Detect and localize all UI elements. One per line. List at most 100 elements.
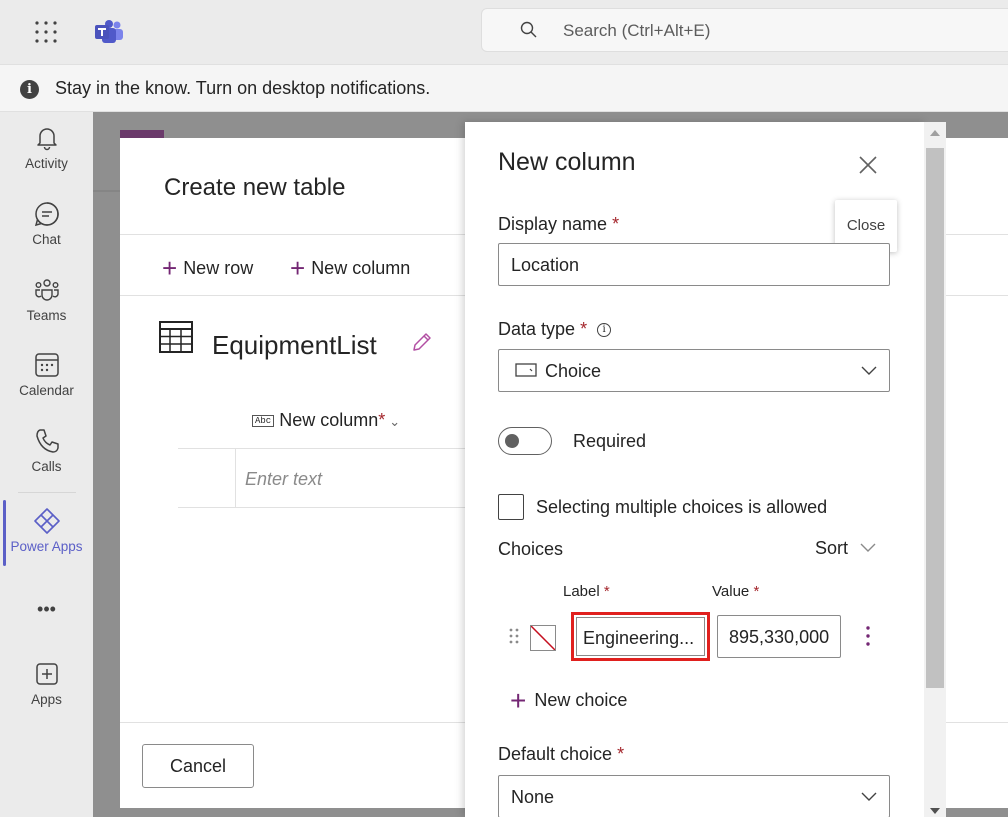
chevron-down-icon: ⌄ <box>389 414 401 429</box>
drag-handle-icon[interactable] <box>509 628 519 644</box>
sort-button[interactable]: Sort <box>815 538 848 559</box>
required-star: * <box>378 410 386 430</box>
bell-icon <box>36 128 57 151</box>
chat-icon <box>34 202 59 227</box>
more-icon: ••• <box>37 599 56 619</box>
rail-item-apps[interactable]: Apps <box>0 660 93 730</box>
rail-label: Calendar <box>19 383 74 398</box>
rail-item-chat[interactable]: Chat <box>0 200 93 270</box>
new-column-label: New column <box>311 258 411 278</box>
default-choice-label-text: Default choice <box>498 744 613 764</box>
choice-value-value: 895,330,000 <box>729 627 830 647</box>
dialog-title: Create new table <box>164 174 346 201</box>
rail-item-activity[interactable]: Activity <box>0 124 93 194</box>
toggle-knob <box>505 434 519 448</box>
rail-label: Activity <box>25 156 68 171</box>
rail-label: Chat <box>32 232 61 247</box>
teams-icon <box>34 279 59 301</box>
top-bar: Search (Ctrl+Alt+E) <box>0 0 1008 64</box>
teams-logo-icon <box>95 20 123 43</box>
chevron-down-icon <box>861 792 877 801</box>
cell-input[interactable]: Enter text <box>245 469 322 490</box>
choice-label-input[interactable]: Engineering... <box>576 617 705 656</box>
data-type-dropdown[interactable]: Choice <box>498 349 890 392</box>
search-box[interactable]: Search (Ctrl+Alt+E) <box>481 8 1008 52</box>
new-column-button[interactable]: + New column <box>290 253 410 284</box>
pencil-edit-icon[interactable] <box>410 330 434 354</box>
required-toggle[interactable] <box>498 427 552 455</box>
display-name-label-text: Display name <box>498 214 608 234</box>
add-apps-icon <box>35 663 58 685</box>
cell-divider <box>235 449 236 507</box>
left-rail: Activity Chat Teams Calendar Calls Power… <box>0 112 93 817</box>
choice-label-input-highlight: Engineering... <box>571 612 710 661</box>
rail-label: Power Apps <box>10 539 83 554</box>
multiple-choices-checkbox[interactable] <box>498 494 524 520</box>
new-row-label: New row <box>183 258 254 278</box>
required-star: * <box>580 319 588 339</box>
info-icon: i <box>20 80 39 99</box>
required-star: * <box>603 583 610 600</box>
label-header-text: Label <box>563 583 600 600</box>
choice-label-value: Engineering... <box>583 628 695 648</box>
multiple-choices-label: Selecting multiple choices is allowed <box>536 497 828 517</box>
choice-color-picker[interactable] <box>530 625 556 651</box>
new-choice-button[interactable]: + New choice <box>510 685 627 717</box>
panel-scrollbar[interactable] <box>924 122 946 817</box>
table-name: EquipmentList <box>212 330 377 360</box>
no-color-icon <box>531 626 555 650</box>
calendar-icon <box>34 353 59 377</box>
display-name-label: Display name * <box>498 214 619 235</box>
display-name-field[interactable]: Location <box>498 243 890 286</box>
data-type-label-text: Data type <box>498 319 576 339</box>
panel-title: New column <box>498 148 636 176</box>
search-icon <box>520 21 537 38</box>
table-icon <box>159 321 193 353</box>
required-star: * <box>753 583 760 600</box>
rail-item-power-apps[interactable]: Power Apps <box>0 507 93 577</box>
plus-icon: + <box>510 685 527 716</box>
display-name-value: Location <box>511 255 580 275</box>
required-toggle-label: Required <box>573 431 647 451</box>
rail-item-calls[interactable]: Calls <box>0 427 93 497</box>
required-star: * <box>612 214 620 234</box>
plus-icon: + <box>162 253 178 283</box>
rail-item-calendar[interactable]: Calendar <box>0 351 93 421</box>
rail-item-teams[interactable]: Teams <box>0 276 93 346</box>
new-choice-label: New choice <box>534 690 628 710</box>
close-icon[interactable] <box>855 152 881 178</box>
value-header-text: Value <box>712 583 750 600</box>
default-choice-label: Default choice * <box>498 744 624 765</box>
column-header-new-column[interactable]: Abc New column* ⌄ <box>252 410 400 431</box>
new-row-button[interactable]: + New row <box>162 253 253 284</box>
chevron-down-icon[interactable] <box>860 541 876 553</box>
rail-separator <box>18 492 76 493</box>
choice-value-input[interactable]: 895,330,000 <box>717 615 841 658</box>
table-row: Enter text <box>178 448 468 508</box>
search-placeholder: Search (Ctrl+Alt+E) <box>563 21 711 40</box>
power-apps-icon <box>33 508 60 534</box>
default-choice-value: None <box>511 787 555 807</box>
new-column-panel: New column Close Display name * Location… <box>465 122 925 817</box>
notification-text: Stay in the know. Turn on desktop notifi… <box>55 78 431 98</box>
scroll-down-arrow[interactable] <box>930 808 940 814</box>
rail-more-button[interactable]: ••• <box>0 595 93 619</box>
app-launcher-icon[interactable] <box>34 20 58 44</box>
notification-bar: i Stay in the know. Turn on desktop noti… <box>0 64 1008 112</box>
required-star: * <box>617 744 625 764</box>
cancel-button[interactable]: Cancel <box>142 744 254 788</box>
info-icon[interactable]: i <box>597 323 612 337</box>
choice-value-header: Value * <box>712 583 759 600</box>
phone-icon <box>35 429 59 453</box>
text-column-icon: Abc <box>252 415 275 427</box>
column-header-label: New column <box>279 410 379 430</box>
data-type-label: Data type * i <box>498 319 612 340</box>
more-options-icon[interactable] <box>863 622 873 650</box>
choice-type-icon <box>515 363 537 377</box>
default-choice-dropdown[interactable]: None <box>498 775 890 817</box>
choices-label: Choices <box>498 539 564 559</box>
plus-icon: + <box>290 253 306 283</box>
data-type-value: Choice <box>545 361 602 381</box>
scroll-thumb[interactable] <box>926 148 944 688</box>
scroll-up-arrow[interactable] <box>930 130 940 136</box>
